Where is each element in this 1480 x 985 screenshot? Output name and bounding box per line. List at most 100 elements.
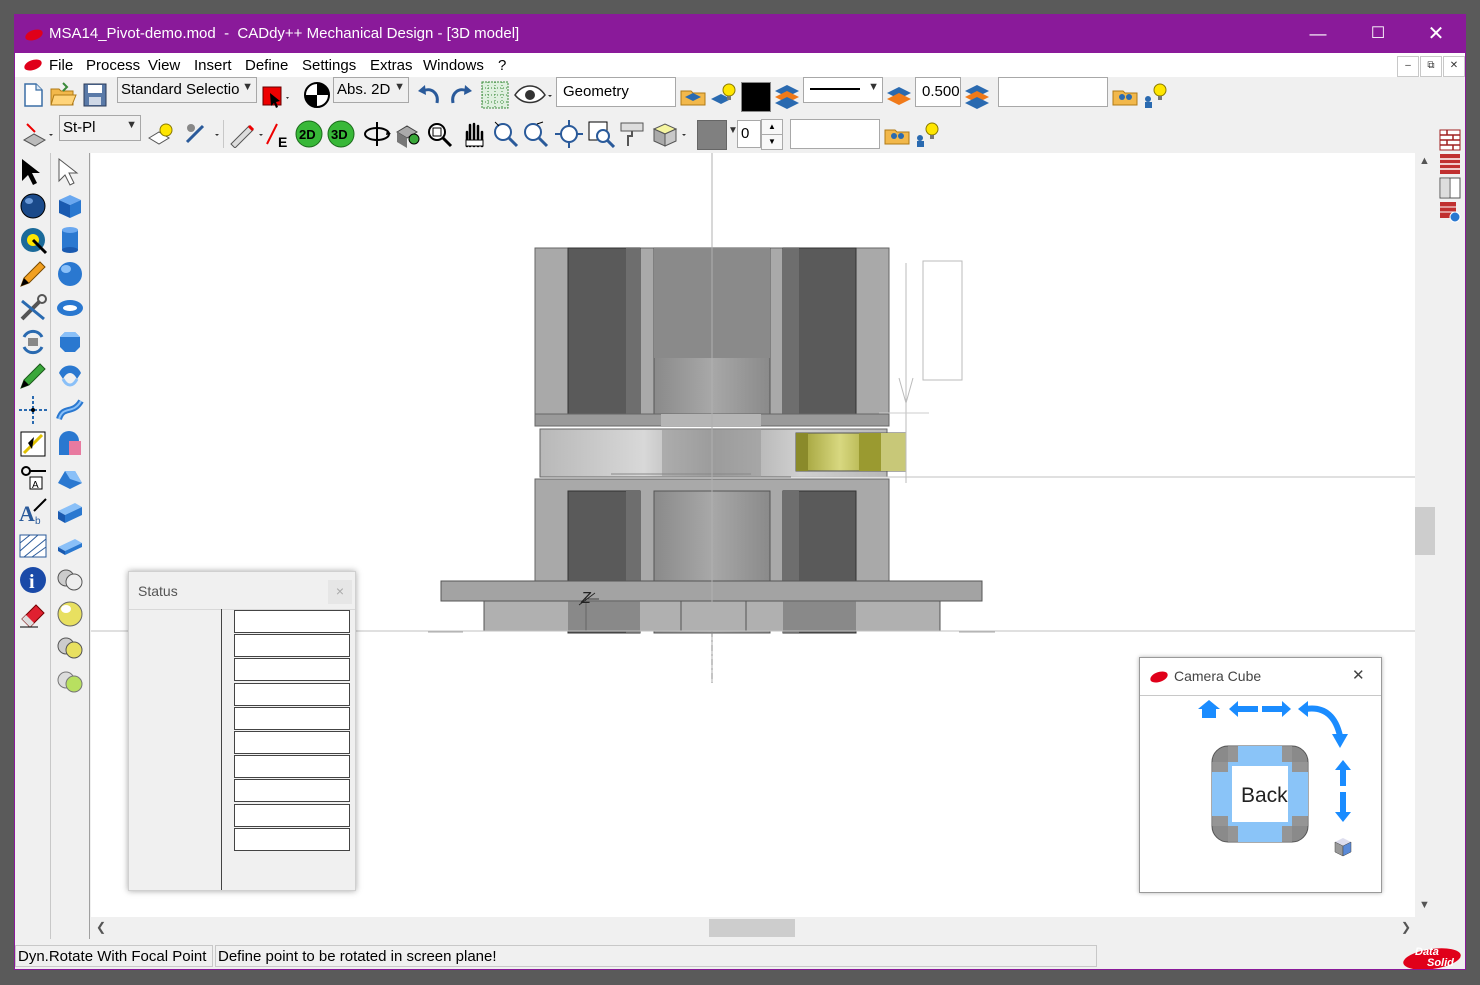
hatch-tool-icon[interactable] [18, 531, 48, 561]
line-width-field[interactable]: 0.500 [915, 77, 961, 107]
mdi-close-button[interactable]: ✕ [1443, 56, 1465, 77]
title-bar[interactable]: MSA14_Pivot-demo.mod - CADdy++ Mechanica… [15, 15, 1465, 53]
redo-icon[interactable] [447, 81, 475, 109]
zoom-window-icon[interactable] [425, 120, 453, 148]
render-yellow-icon[interactable] [55, 599, 85, 629]
menu-process[interactable]: Process [86, 57, 140, 74]
box-solid-icon[interactable] [55, 191, 85, 221]
menu-insert[interactable]: Insert [194, 57, 232, 74]
shade-color-swatch[interactable] [697, 120, 727, 150]
menu-windows[interactable]: Windows [423, 57, 484, 74]
menu-view[interactable]: View [148, 57, 180, 74]
mdi-restore-button[interactable]: ⧉ [1420, 56, 1442, 77]
roll-curved-arrow-icon[interactable] [1298, 701, 1348, 748]
save-icon[interactable] [81, 81, 109, 109]
symbol-tool-icon[interactable]: A [18, 463, 48, 493]
undo-icon[interactable] [415, 81, 443, 109]
layer-bulb-icon[interactable] [709, 81, 737, 109]
spin-down-button[interactable]: ▼ [761, 134, 783, 150]
transform-tools-icon[interactable] [183, 120, 219, 148]
brick-wall-icon[interactable] [1439, 129, 1461, 151]
scroll-right-icon[interactable]: ❯ [1401, 920, 1411, 934]
rotate-tool-icon[interactable] [18, 327, 48, 357]
selection-mode-combo[interactable]: Standard Selectio ▼ [117, 77, 257, 103]
line-width-stack-icon[interactable] [963, 81, 991, 109]
info-icon[interactable]: i [18, 565, 48, 595]
edit-element-icon[interactable]: E [263, 120, 291, 148]
vertical-scrollbar[interactable]: ▲ ▼ [1415, 153, 1435, 917]
home-view-icon[interactable] [1198, 700, 1220, 718]
view-users-bulb-icon[interactable] [913, 120, 941, 148]
view-3d-button[interactable]: 3D [327, 120, 355, 148]
torus-solid-icon[interactable] [55, 293, 85, 323]
plane-bulb-icon[interactable] [147, 120, 175, 148]
chamfer-solid-icon[interactable] [55, 463, 85, 493]
render-gray-icon[interactable] [55, 565, 85, 595]
tilt-down-arrow-icon[interactable] [1335, 792, 1351, 822]
view-cube-face[interactable]: Back [1211, 745, 1309, 843]
render-mixed-icon[interactable] [55, 633, 85, 663]
sphere-tool-icon[interactable] [18, 191, 48, 221]
users-folder-icon[interactable] [1111, 81, 1139, 109]
view-users-folder-icon[interactable] [883, 120, 911, 148]
sweep-solid-icon[interactable] [55, 395, 85, 425]
menu-extras[interactable]: Extras [370, 57, 413, 74]
split-view-icon[interactable] [1439, 177, 1461, 199]
layer-folder-icon[interactable] [679, 81, 707, 109]
plane-select-icon[interactable] [21, 120, 55, 148]
select-outline-arrow-icon[interactable] [55, 157, 85, 187]
brick-layers-icon[interactable] [1439, 153, 1461, 175]
dynamic-rotate-icon[interactable] [363, 120, 391, 148]
prism-solid-icon[interactable] [55, 327, 85, 357]
plane-combo[interactable]: St-Pl ▼ [59, 115, 141, 141]
tools-wrench-icon[interactable] [18, 293, 48, 323]
mdi-minimize-button[interactable]: – [1397, 56, 1419, 77]
users-bulb-icon[interactable] [1141, 81, 1169, 109]
view-text-field[interactable] [790, 119, 880, 149]
line-width-layer-icon[interactable] [885, 81, 913, 109]
render-green-icon[interactable] [55, 667, 85, 697]
pan-hand-icon[interactable] [459, 120, 487, 148]
paint-roller-icon[interactable] [619, 120, 647, 148]
edit-green-pen-icon[interactable] [18, 361, 48, 391]
measure-tool-icon[interactable] [18, 225, 48, 255]
minimize-button[interactable]: — [1289, 15, 1347, 53]
extrude-solid-icon[interactable] [55, 497, 85, 527]
coordinate-mode-combo[interactable]: Abs. 2D ▼ [333, 77, 409, 103]
menu-help[interactable]: ? [498, 57, 506, 74]
rotate-right-arrow-icon[interactable] [1262, 701, 1291, 717]
dimension-tool-icon[interactable] [18, 429, 48, 459]
maximize-button[interactable]: ☐ [1349, 15, 1407, 53]
spin-up-button[interactable]: ▲ [761, 119, 783, 135]
small-cube-icon[interactable] [1334, 838, 1352, 857]
scroll-down-icon[interactable]: ▼ [1419, 899, 1430, 911]
layer-refresh-icon[interactable] [1439, 201, 1461, 223]
layer-name-field[interactable]: Geometry [556, 77, 676, 107]
camera-cube-close-button[interactable]: ✕ [1352, 666, 1365, 684]
vertical-scroll-thumb[interactable] [1415, 507, 1435, 555]
edit-pen-icon[interactable] [227, 120, 263, 148]
boolean-solid-icon[interactable] [55, 429, 85, 459]
app-menu-logo-icon[interactable] [23, 58, 43, 72]
zoom-previous-icon[interactable] [587, 120, 615, 148]
zoom-in-icon[interactable] [491, 120, 519, 148]
layer-stack-icon[interactable] [773, 81, 801, 109]
status-panel-close-button[interactable]: × [328, 580, 352, 604]
close-window-button[interactable]: ✕ [1407, 15, 1465, 53]
tilt-up-arrow-icon[interactable] [1335, 760, 1351, 786]
zoom-object-icon[interactable] [395, 120, 423, 148]
camera-cube-panel[interactable]: Camera Cube ✕ Back [1139, 657, 1382, 893]
status-panel[interactable]: Status × [128, 571, 356, 891]
visibility-eye-icon[interactable] [513, 81, 553, 109]
zoom-extents-icon[interactable] [555, 120, 583, 148]
color-select-icon[interactable] [261, 83, 293, 111]
construction-lines-icon[interactable] [18, 395, 48, 425]
rotation-solid-icon[interactable] [55, 361, 85, 391]
cylinder-solid-icon[interactable] [55, 225, 85, 255]
new-file-icon[interactable] [19, 81, 47, 109]
text-tool-icon[interactable]: Ab [18, 497, 48, 527]
rotate-left-arrow-icon[interactable] [1229, 701, 1258, 717]
layer-color-swatch[interactable] [741, 82, 771, 112]
draw-pencil-icon[interactable] [18, 259, 48, 289]
grid-icon[interactable] [481, 81, 509, 109]
